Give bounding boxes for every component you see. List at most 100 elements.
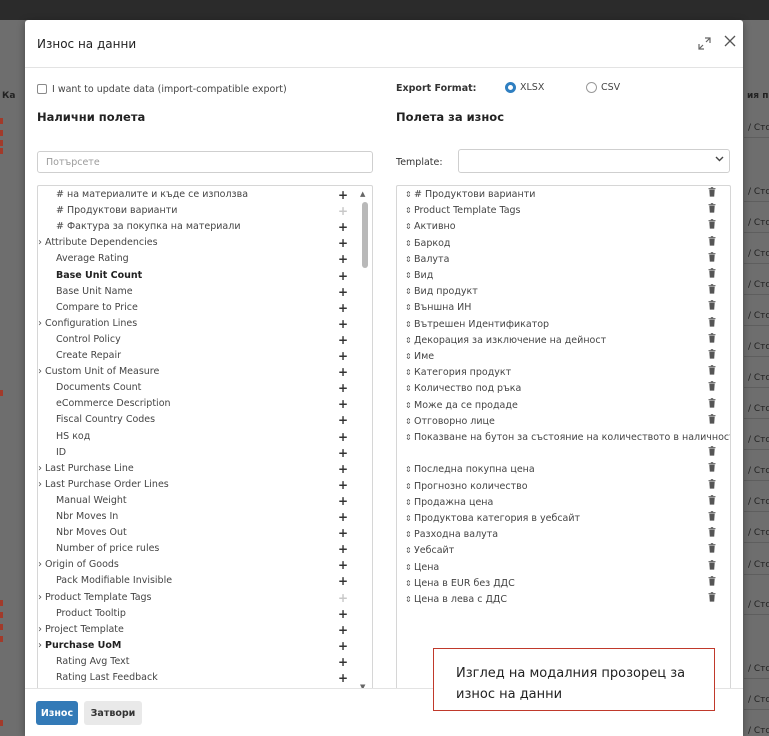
available-field-item[interactable]: HS код + bbox=[38, 429, 368, 445]
trash-icon[interactable] bbox=[708, 284, 716, 300]
trash-icon[interactable] bbox=[708, 559, 716, 576]
add-field-icon[interactable]: + bbox=[338, 219, 348, 235]
trash-icon[interactable] bbox=[708, 397, 716, 414]
trash-icon[interactable] bbox=[708, 592, 716, 608]
available-field-item[interactable]: Create Repair + bbox=[38, 348, 368, 364]
available-field-item[interactable]: Documents Count + bbox=[38, 380, 368, 396]
drag-handle-icon[interactable]: ⇕ bbox=[405, 365, 412, 381]
search-input[interactable] bbox=[37, 151, 373, 173]
expand-icon[interactable] bbox=[698, 37, 711, 50]
drag-handle-icon[interactable]: ⇕ bbox=[405, 479, 412, 495]
close-icon[interactable] bbox=[723, 34, 739, 50]
export-field-item[interactable]: ⇕ Продажна цена bbox=[397, 494, 730, 511]
add-field-icon[interactable]: + bbox=[338, 654, 348, 670]
available-field-item[interactable]: Pack Modifiable Invisible + bbox=[38, 573, 368, 589]
add-field-icon[interactable]: + bbox=[338, 638, 348, 654]
add-field-icon[interactable]: + bbox=[338, 541, 348, 557]
export-field-item[interactable]: ⇕ Цена bbox=[397, 559, 730, 576]
export-field-item[interactable]: ⇕ Количество под ръка bbox=[397, 381, 730, 397]
trash-icon[interactable] bbox=[708, 527, 716, 543]
export-field-item[interactable]: ⇕ Цена в лева с ДДС bbox=[397, 592, 730, 608]
export-field-item[interactable]: ⇕ Може да се продаде bbox=[397, 397, 730, 414]
available-field-item[interactable]: eCommerce Description + bbox=[38, 396, 368, 412]
export-field-item[interactable]: ⇕ Вътрешен Идентификатор bbox=[397, 316, 730, 333]
trash-icon[interactable] bbox=[708, 219, 716, 235]
available-field-item[interactable]: # Фактура за покупка на материали + bbox=[38, 219, 368, 235]
add-field-icon[interactable]: + bbox=[338, 203, 348, 219]
available-field-item[interactable]: Nbr Moves In + bbox=[38, 509, 368, 525]
available-field-item[interactable]: # Продуктови варианти + bbox=[38, 203, 368, 219]
trash-icon[interactable] bbox=[708, 365, 716, 381]
trash-icon[interactable] bbox=[708, 381, 716, 397]
export-field-item[interactable]: ⇕ Прогнозно количество bbox=[397, 478, 730, 495]
trash-icon[interactable] bbox=[708, 478, 716, 495]
trash-icon[interactable] bbox=[708, 251, 716, 268]
available-field-item[interactable]: Base Unit Name + bbox=[38, 284, 368, 300]
export-field-item[interactable]: ⇕ Product Template Tags bbox=[397, 203, 730, 219]
trash-icon[interactable] bbox=[708, 300, 716, 316]
update-data-checkbox[interactable] bbox=[37, 84, 47, 94]
add-field-icon[interactable]: + bbox=[338, 445, 348, 461]
available-field-item[interactable]: ID + bbox=[38, 445, 368, 461]
export-field-item[interactable]: ⇕ Категория продукт bbox=[397, 365, 730, 381]
add-field-icon[interactable]: + bbox=[338, 268, 348, 284]
trash-icon[interactable] bbox=[708, 187, 716, 203]
format-radio-xlsx[interactable]: XLSX bbox=[505, 82, 544, 93]
available-field-item[interactable]: Rating Avg Text + bbox=[38, 654, 368, 670]
trash-icon[interactable] bbox=[708, 349, 716, 365]
add-field-icon[interactable]: + bbox=[338, 509, 348, 525]
drag-handle-icon[interactable]: ⇕ bbox=[405, 284, 412, 300]
export-field-item[interactable]: ⇕ Вид bbox=[397, 268, 730, 284]
available-field-item[interactable]: › Purchase UoM + bbox=[38, 638, 368, 654]
drag-handle-icon[interactable]: ⇕ bbox=[405, 203, 412, 219]
trash-icon[interactable] bbox=[708, 235, 716, 252]
available-field-item[interactable]: Product Tooltip + bbox=[38, 606, 368, 622]
export-field-item[interactable]: ⇕ Вид продукт bbox=[397, 284, 730, 300]
drag-handle-icon[interactable]: ⇕ bbox=[405, 317, 412, 333]
available-field-item[interactable]: Nbr Moves Out + bbox=[38, 525, 368, 541]
available-field-item[interactable]: Fiscal Country Codes + bbox=[38, 412, 368, 428]
export-field-item[interactable]: ⇕ Уебсайт bbox=[397, 543, 730, 559]
export-field-item[interactable]: ⇕ Последна покупна цена bbox=[397, 462, 730, 478]
drag-handle-icon[interactable]: ⇕ bbox=[405, 527, 412, 543]
radio-unselected-icon[interactable] bbox=[586, 82, 597, 93]
export-field-item[interactable]: ⇕ Продуктова категория в уебсайт bbox=[397, 511, 730, 527]
template-select[interactable] bbox=[458, 149, 730, 173]
export-field-item[interactable]: ⇕ Разходна валута bbox=[397, 527, 730, 543]
drag-handle-icon[interactable]: ⇕ bbox=[405, 349, 412, 365]
trash-icon[interactable] bbox=[708, 332, 716, 349]
available-field-item[interactable]: › Last Purchase Order Lines + bbox=[38, 477, 368, 493]
radio-selected-icon[interactable] bbox=[505, 82, 516, 93]
trash-icon[interactable] bbox=[708, 268, 716, 284]
drag-handle-icon[interactable]: ⇕ bbox=[405, 300, 412, 316]
available-field-item[interactable]: › Custom Unit of Measure + bbox=[38, 364, 368, 380]
drag-handle-icon[interactable]: ⇕ bbox=[405, 511, 412, 527]
add-field-icon[interactable]: + bbox=[338, 235, 348, 251]
trash-icon[interactable] bbox=[708, 494, 716, 511]
export-field-item[interactable]: ⇕ Външна ИН bbox=[397, 300, 730, 316]
export-field-item[interactable]: ⇕ Име bbox=[397, 349, 730, 365]
add-field-icon[interactable]: + bbox=[338, 380, 348, 396]
drag-handle-icon[interactable]: ⇕ bbox=[405, 333, 412, 349]
trash-icon[interactable] bbox=[708, 462, 716, 478]
add-field-icon[interactable]: + bbox=[338, 284, 348, 300]
export-button[interactable]: Износ bbox=[36, 701, 78, 725]
available-field-item[interactable]: Average Rating + bbox=[38, 251, 368, 267]
format-radio-csv[interactable]: CSV bbox=[586, 82, 620, 93]
add-field-icon[interactable]: + bbox=[338, 606, 348, 622]
export-field-item[interactable]: ⇕ Баркод bbox=[397, 235, 730, 252]
available-field-item[interactable]: Rating Last Feedback + bbox=[38, 670, 368, 686]
trash-icon[interactable] bbox=[708, 413, 716, 430]
export-field-item[interactable]: ⇕ Показване на бутон за състояние на коли… bbox=[397, 430, 730, 456]
drag-handle-icon[interactable]: ⇕ bbox=[405, 430, 412, 446]
close-button[interactable]: Затвори bbox=[84, 701, 142, 725]
available-field-item[interactable]: # на материалите и къде се използва + bbox=[38, 187, 368, 203]
add-field-icon[interactable]: + bbox=[338, 622, 348, 638]
add-field-icon[interactable]: + bbox=[338, 557, 348, 573]
available-field-item[interactable]: › Product Template Tags + bbox=[38, 590, 368, 606]
add-field-icon[interactable]: + bbox=[338, 573, 348, 589]
drag-handle-icon[interactable]: ⇕ bbox=[405, 236, 412, 252]
drag-handle-icon[interactable]: ⇕ bbox=[405, 252, 412, 268]
drag-handle-icon[interactable]: ⇕ bbox=[405, 576, 412, 592]
trash-icon[interactable] bbox=[708, 446, 716, 462]
